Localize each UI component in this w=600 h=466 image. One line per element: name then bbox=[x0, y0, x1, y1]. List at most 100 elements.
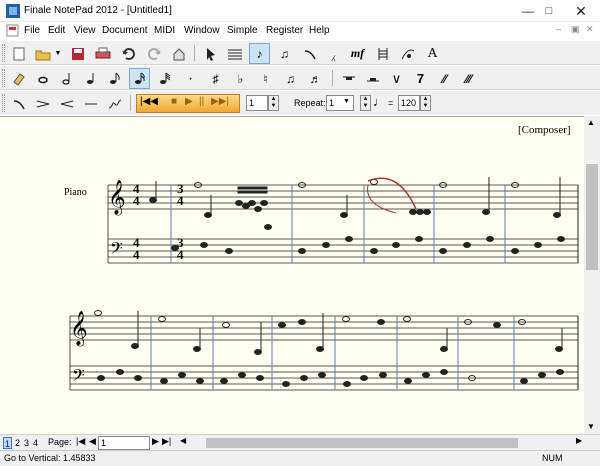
undo-icon[interactable] bbox=[118, 43, 139, 64]
natural-icon[interactable]: ♮ bbox=[255, 68, 276, 89]
save-icon[interactable] bbox=[67, 43, 88, 64]
rewind-start-icon[interactable]: |◀◀ bbox=[140, 96, 158, 107]
time-signature-treble[interactable]: 44 bbox=[133, 182, 140, 207]
flat-icon[interactable]: ♭ bbox=[230, 68, 251, 89]
mdi-minimize-icon[interactable]: – bbox=[556, 24, 561, 34]
slur-icon[interactable] bbox=[8, 93, 29, 114]
prev-page-icon[interactable]: ◀ bbox=[89, 436, 96, 448]
time-signature-bass[interactable]: 44 bbox=[133, 236, 140, 261]
page-number-field[interactable]: 1 bbox=[98, 436, 150, 450]
home-icon[interactable] bbox=[168, 43, 189, 64]
new-icon[interactable] bbox=[8, 43, 29, 64]
pause-icon[interactable]: || bbox=[199, 96, 204, 107]
mdi-restore-icon[interactable]: ▣ bbox=[571, 24, 580, 35]
sharp-icon[interactable]: ♯ bbox=[205, 68, 226, 89]
scroll-up-icon[interactable]: ▲ bbox=[587, 118, 595, 127]
quarter-note-icon[interactable] bbox=[80, 68, 101, 89]
vertical-scrollbar[interactable]: ▲ ▼ bbox=[584, 116, 600, 434]
menu-simple[interactable]: Simple bbox=[227, 25, 258, 36]
tie-icon[interactable]: ♫ bbox=[280, 68, 301, 89]
scroll-left-icon[interactable]: ◀ bbox=[180, 436, 186, 448]
close-button[interactable]: ✕ bbox=[566, 0, 596, 22]
toolbar-separator bbox=[194, 45, 195, 61]
redo-icon[interactable] bbox=[143, 43, 164, 64]
chord-tool-icon[interactable] bbox=[397, 43, 418, 64]
tuplet-icon[interactable]: ♬ bbox=[305, 68, 326, 89]
dropdown-icon[interactable]: ▼ bbox=[53, 43, 63, 64]
tempo-note-spinner[interactable]: ▲ ▼ bbox=[360, 95, 371, 111]
menu-edit[interactable]: Edit bbox=[48, 25, 65, 36]
menu-document[interactable]: Document bbox=[102, 25, 148, 36]
playback-grip[interactable] bbox=[2, 94, 5, 112]
slur-tool-icon[interactable] bbox=[299, 43, 320, 64]
open-icon[interactable] bbox=[32, 43, 53, 64]
menu-view[interactable]: View bbox=[74, 25, 96, 36]
horizontal-scroll-thumb[interactable] bbox=[206, 438, 518, 448]
scroll-right-icon[interactable]: ▶ bbox=[576, 436, 582, 448]
expression-tool-icon[interactable]: mf bbox=[347, 43, 368, 64]
last-page-icon[interactable]: ▶| bbox=[162, 436, 171, 448]
articulation-tool-icon[interactable]: ⁁ bbox=[323, 43, 344, 64]
window-title: Finale NotePad 2012 - [Untitled1] bbox=[24, 5, 172, 16]
stop-icon[interactable]: ■ bbox=[171, 96, 177, 107]
text-tool-icon[interactable]: A bbox=[422, 43, 443, 64]
palette-grip[interactable] bbox=[2, 69, 5, 87]
repeat-dropdown-icon[interactable]: ▼ bbox=[343, 98, 350, 105]
half-note-icon[interactable] bbox=[56, 68, 77, 89]
document-icon[interactable] bbox=[6, 24, 19, 37]
thirty-second-rest-icon[interactable]: ⁄⁄⁄ bbox=[458, 68, 479, 89]
scroll-down-icon[interactable]: ▼ bbox=[587, 422, 595, 431]
whole-note-icon[interactable] bbox=[32, 68, 53, 89]
sixteenth-note-icon[interactable] bbox=[129, 68, 150, 89]
simple-entry-icon[interactable]: ♪ bbox=[249, 43, 270, 64]
tempo-spinner[interactable]: ▲ ▼ bbox=[420, 95, 431, 111]
measure-spinner[interactable]: ▲ ▼ bbox=[268, 95, 279, 111]
tempo-field[interactable]: 120 bbox=[398, 95, 420, 111]
crescendo-icon[interactable] bbox=[32, 93, 53, 114]
print-icon[interactable] bbox=[92, 43, 113, 64]
repeat-label: Repeat: bbox=[294, 98, 326, 108]
next-page-icon[interactable]: ▶ bbox=[152, 436, 159, 448]
measure-field[interactable]: 1 bbox=[246, 95, 268, 111]
page-tab-4[interactable]: 4 bbox=[31, 437, 40, 449]
first-page-icon[interactable]: |◀ bbox=[76, 436, 85, 448]
simple-entry-palette: · ♯ ♭ ♮ ♫ ♬ ∨ 7 ⁄⁄ ⁄⁄⁄ bbox=[0, 65, 600, 90]
decrescendo-icon[interactable] bbox=[56, 93, 77, 114]
page-tab-1[interactable]: 1 bbox=[3, 437, 12, 449]
maximize-button[interactable]: □ bbox=[534, 0, 564, 22]
menu-register[interactable]: Register bbox=[266, 25, 303, 36]
time-sig-denominator: 4 bbox=[177, 193, 184, 208]
page-tab-3[interactable]: 3 bbox=[22, 437, 31, 449]
dot-icon[interactable]: · bbox=[180, 68, 201, 89]
page-tab-2[interactable]: 2 bbox=[13, 437, 22, 449]
eighth-note-icon[interactable] bbox=[104, 68, 125, 89]
selection-tool-icon[interactable] bbox=[200, 43, 221, 64]
eraser-icon[interactable] bbox=[8, 68, 29, 89]
page-navigation-bar: 1 2 3 4 Page: |◀ ◀ 1 ▶ ▶| ◀ ▶ bbox=[0, 434, 600, 450]
mdi-close-icon[interactable]: ✕ bbox=[586, 24, 594, 35]
quarter-rest-icon[interactable]: ∨ bbox=[386, 68, 407, 89]
speedy-entry-icon[interactable]: ♫ bbox=[274, 43, 295, 64]
play-icon[interactable]: ▶ bbox=[185, 96, 193, 107]
toolbar-grip[interactable] bbox=[2, 44, 5, 62]
whole-rest-icon[interactable] bbox=[338, 68, 359, 89]
menu-file[interactable]: File bbox=[24, 25, 40, 36]
glissando-icon[interactable] bbox=[104, 93, 125, 114]
half-rest-icon[interactable] bbox=[362, 68, 383, 89]
eighth-rest-icon[interactable]: 7 bbox=[410, 68, 431, 89]
time-sig-denominator: 4 bbox=[177, 247, 184, 262]
staff-tool-icon[interactable] bbox=[224, 43, 245, 64]
measure-tool-icon[interactable] bbox=[372, 43, 393, 64]
sixteenth-rest-icon[interactable]: ⁄⁄ bbox=[434, 68, 455, 89]
menu-window[interactable]: Window bbox=[184, 25, 220, 36]
fast-forward-end-icon[interactable]: ▶▶| bbox=[211, 96, 229, 107]
score-page[interactable]: [Composer] Piano 𝄞 𝄢 𝄞 𝄢 4 4 4 4 3 4 3 4 bbox=[0, 116, 584, 434]
line-icon[interactable] bbox=[80, 93, 101, 114]
time-signature-change-bass[interactable]: 34 bbox=[177, 236, 184, 262]
thirty-second-note-icon[interactable] bbox=[154, 68, 175, 89]
time-signature-change-treble[interactable]: 34 bbox=[177, 182, 184, 208]
menu-midi[interactable]: MIDI bbox=[154, 25, 175, 36]
vertical-scroll-thumb[interactable] bbox=[586, 164, 598, 270]
score-notation[interactable]: 𝄞 𝄢 𝄞 𝄢 bbox=[0, 117, 584, 434]
menu-help[interactable]: Help bbox=[309, 25, 330, 36]
